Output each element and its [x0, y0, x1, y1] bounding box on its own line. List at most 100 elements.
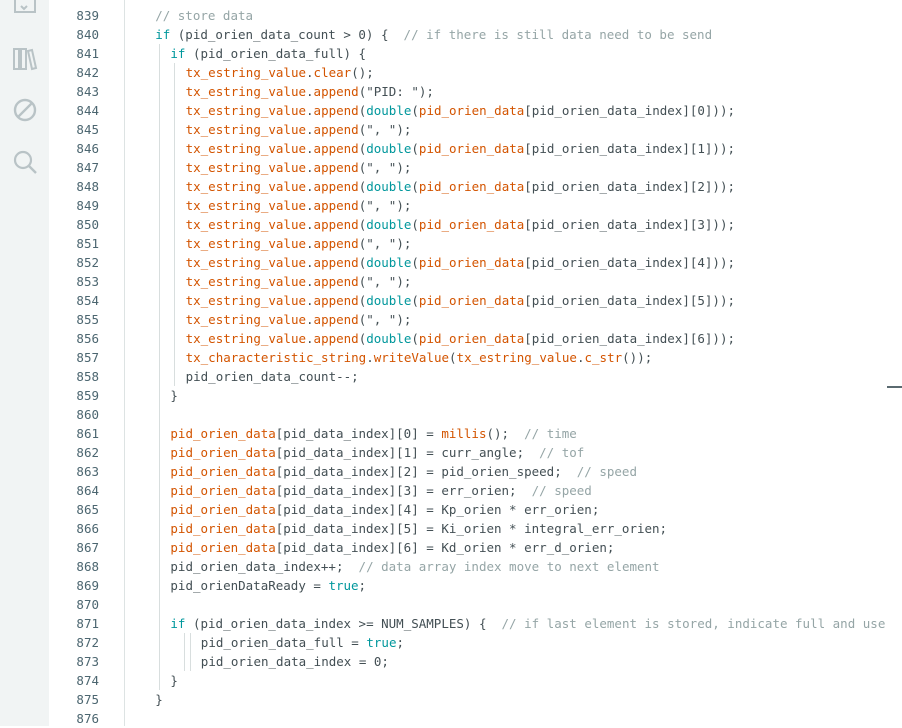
code-line[interactable]: if (pid_orien_data_index >= NUM_SAMPLES)… — [170, 614, 885, 633]
code-line[interactable]: tx_estring_value.append(", "); — [186, 120, 412, 139]
code-line[interactable]: tx_estring_value.append(double(pid_orien… — [186, 139, 735, 158]
library-icon[interactable] — [12, 46, 38, 72]
code-token: tx_estring_value — [185, 255, 307, 270]
code-token: pid_orienDataReady = — [170, 578, 329, 593]
code-token: double — [366, 179, 412, 194]
code-line[interactable]: tx_estring_value.append(double(pid_orien… — [186, 215, 735, 234]
code-token: (", "); — [358, 274, 412, 289]
code-line[interactable]: } — [155, 690, 163, 709]
code-token: pid_orien_data — [418, 179, 525, 194]
line-number: 839 — [76, 8, 99, 23]
code-token: . — [366, 350, 374, 365]
code-editor[interactable]: // store data if (pid_orien_data_count > … — [124, 0, 902, 726]
line-number: 855 — [76, 312, 99, 327]
code-line[interactable]: pid_orien_data[pid_data_index][1] = curr… — [170, 443, 584, 462]
code-token: [pid_data_index][4] = Kp_orien * err_ori… — [275, 502, 600, 517]
code-line[interactable]: pid_orien_data_full = true; — [201, 633, 404, 652]
folder-icon[interactable] — [12, 0, 38, 18]
line-number: 846 — [76, 141, 99, 156]
code-line[interactable]: tx_estring_value.append(double(pid_orien… — [186, 329, 735, 348]
code-line[interactable]: tx_estring_value.append(", "); — [186, 310, 412, 329]
code-line[interactable]: pid_orien_data_count--; — [186, 367, 359, 386]
code-line[interactable]: } — [170, 671, 178, 690]
code-token: [pid_orien_data_index][2])); — [524, 179, 735, 194]
code-token: (); — [486, 426, 525, 441]
code-line[interactable]: tx_estring_value.append(", "); — [186, 158, 412, 177]
code-token: append — [313, 103, 359, 118]
code-line[interactable]: tx_estring_value.append(double(pid_orien… — [186, 291, 735, 310]
code-line[interactable]: pid_orien_data[pid_data_index][2] = pid_… — [170, 462, 637, 481]
code-line[interactable]: tx_estring_value.append(", "); — [186, 234, 412, 253]
code-token: (", "); — [358, 312, 412, 327]
line-number: 841 — [76, 46, 99, 61]
code-token: tx_characteristic_string — [185, 350, 367, 365]
code-token: append — [313, 141, 359, 156]
code-line[interactable]: tx_estring_value.append(double(pid_orien… — [186, 101, 735, 120]
code-token: tx_estring_value — [185, 65, 307, 80]
code-line[interactable]: pid_orien_data[pid_data_index][4] = Kp_o… — [170, 500, 599, 519]
code-token: pid_orien_data — [418, 141, 525, 156]
indent-guide — [174, 63, 176, 386]
search-icon[interactable] — [12, 149, 38, 175]
code-token: // speed — [576, 464, 637, 479]
code-line[interactable]: tx_estring_value.append(", "); — [186, 196, 412, 215]
code-line[interactable]: if (pid_orien_data_count > 0) { // if th… — [155, 25, 712, 44]
code-token: (pid_orien_data_count > 0) { — [170, 27, 404, 42]
code-token: ( — [411, 331, 419, 346]
code-token: [pid_data_index][2] = pid_orien_speed; — [275, 464, 577, 479]
code-token: double — [366, 103, 412, 118]
code-token: tx_estring_value — [185, 160, 307, 175]
code-line[interactable]: // store data — [155, 6, 253, 25]
line-number: 847 — [76, 160, 99, 175]
code-line[interactable]: tx_estring_value.append(double(pid_orien… — [186, 177, 735, 196]
scrollbar-thumb[interactable] — [887, 386, 902, 388]
code-token: . — [306, 122, 314, 137]
code-line[interactable]: tx_characteristic_string.writeValue(tx_e… — [186, 348, 653, 367]
code-token: . — [306, 293, 314, 308]
code-line[interactable]: tx_estring_value.append(double(pid_orien… — [186, 253, 735, 272]
line-number: 870 — [76, 597, 99, 612]
code-token: pid_orien_data — [418, 255, 525, 270]
code-line[interactable]: pid_orien_data[pid_data_index][0] = mill… — [170, 424, 576, 443]
line-number: 861 — [76, 426, 99, 441]
code-token: pid_orien_data — [418, 217, 525, 232]
code-token: ; — [358, 578, 367, 593]
code-token: . — [306, 274, 314, 289]
line-number: 845 — [76, 122, 99, 137]
code-token: append — [313, 236, 359, 251]
code-token: ( — [411, 255, 419, 270]
code-token: ; — [396, 635, 405, 650]
code-line[interactable]: tx_estring_value.append(", "); — [186, 272, 412, 291]
code-token: tx_estring_value — [185, 103, 307, 118]
code-token: // if there is still data need to be sen… — [403, 27, 713, 42]
code-token: [pid_data_index][0] = — [275, 426, 442, 441]
code-token: tx_estring_value — [185, 217, 307, 232]
line-number: 866 — [76, 521, 99, 536]
code-token: [pid_orien_data_index][5])); — [524, 293, 735, 308]
code-token: pid_orien_data_full = — [200, 635, 367, 650]
code-line[interactable]: tx_estring_value.append("PID: "); — [186, 82, 434, 101]
code-token: true — [328, 578, 359, 593]
code-line[interactable]: pid_orien_data[pid_data_index][6] = Kd_o… — [170, 538, 614, 557]
code-line[interactable]: } — [170, 386, 178, 405]
code-token: double — [366, 141, 412, 156]
line-number: 867 — [76, 540, 99, 555]
code-line[interactable]: pid_orien_data_index++; // data array in… — [170, 557, 659, 576]
code-token: pid_orien_data — [418, 331, 525, 346]
code-token: append — [313, 255, 359, 270]
code-line[interactable]: pid_orien_data_index = 0; — [201, 652, 389, 671]
code-token: pid_orien_data — [418, 103, 525, 118]
code-token: append — [313, 331, 359, 346]
code-line[interactable]: pid_orien_data[pid_data_index][3] = err_… — [170, 481, 591, 500]
code-line[interactable]: pid_orienDataReady = true; — [170, 576, 366, 595]
line-number: 865 — [76, 502, 99, 517]
code-token: . — [306, 160, 314, 175]
code-token: append — [313, 160, 359, 175]
debug-icon[interactable] — [12, 97, 38, 123]
code-line[interactable]: tx_estring_value.clear(); — [186, 63, 374, 82]
code-line[interactable]: if (pid_orien_data_full) { — [170, 44, 366, 63]
code-line[interactable]: pid_orien_data[pid_data_index][5] = Ki_o… — [170, 519, 667, 538]
code-token: // store data — [155, 8, 254, 23]
code-token: double — [366, 331, 412, 346]
code-token: double — [366, 255, 412, 270]
